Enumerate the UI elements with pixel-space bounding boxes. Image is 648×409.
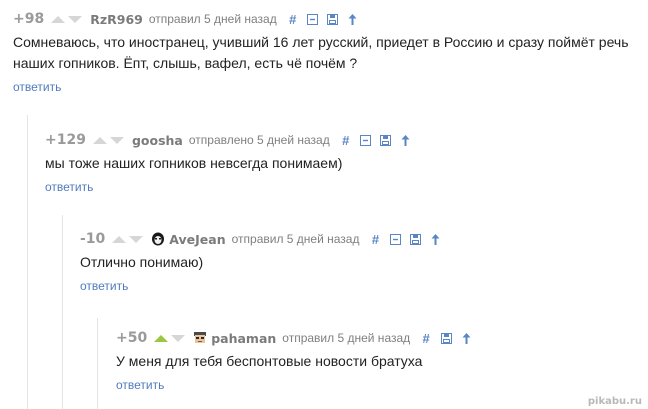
vote-up-icon[interactable] (92, 136, 107, 144)
save-icon[interactable] (380, 134, 392, 146)
vote-down-icon[interactable] (68, 15, 83, 23)
vote-down-icon[interactable] (129, 235, 144, 243)
comment-text: У меня для тебя беспонтовые новости брат… (116, 351, 480, 372)
comment-rating: -10 (80, 231, 106, 247)
hash-icon[interactable]: # (369, 232, 381, 247)
comment-rating: +129 (45, 132, 86, 148)
comment-timestamp: отправлено 5 дней назад (188, 133, 330, 147)
thread-line-level-1 (27, 115, 28, 409)
comment-text-line: Сомневаюсь, что иностранец, учивший 16 л… (13, 34, 629, 50)
comment-text-line: мы тоже наших гопников невсегда понимаем… (45, 155, 343, 171)
hash-icon[interactable]: # (287, 12, 299, 27)
hash-icon[interactable]: # (340, 133, 352, 148)
reply-link[interactable]: ответить (80, 279, 128, 293)
comment-4: +50 pahaman отправил 5 дней назад # У ме… (116, 329, 480, 394)
comment-text-line: наших гопников. Ёпт, слышь, вафел, есть … (13, 55, 358, 71)
vote-down-icon[interactable] (171, 334, 186, 342)
comment-text: Сомневаюсь, что иностранец, учивший 16 л… (13, 32, 629, 74)
thread-line-level-3 (97, 318, 98, 409)
comment-rating: +98 (13, 11, 45, 27)
face-avatar-icon (151, 232, 166, 246)
arrow-up-icon[interactable] (400, 134, 412, 146)
thread-line-level-2 (62, 215, 63, 409)
comment-author[interactable]: goosha (132, 133, 183, 148)
vote-up-icon[interactable] (154, 334, 169, 342)
comment-author[interactable]: AveJean (169, 232, 225, 247)
collapse-icon[interactable] (389, 233, 401, 245)
comment-timestamp: отправил 5 дней назад (148, 12, 277, 26)
save-icon[interactable] (327, 13, 339, 25)
comment-3: -10 AveJean отправил 5 дней назад # Отли… (80, 230, 449, 295)
comment-text: Отлично понимаю) (80, 252, 449, 273)
comment-author[interactable]: RzR969 (90, 12, 143, 27)
comment-timestamp: отправил 5 дней назад (231, 232, 360, 246)
hash-icon[interactable]: # (420, 331, 432, 346)
comment-2: +129 goosha отправлено 5 дней назад # мы… (45, 131, 420, 196)
comment-header: +129 goosha отправлено 5 дней назад # (45, 131, 420, 149)
vote-up-icon[interactable] (112, 235, 127, 243)
vote-up-icon[interactable] (51, 15, 66, 23)
comment-timestamp: отправил 5 дней назад (282, 331, 411, 345)
save-icon[interactable] (409, 233, 421, 245)
comment-header: +98 RzR969 отправил 5 дней назад # (13, 10, 629, 28)
collapse-icon[interactable] (360, 134, 372, 146)
arrow-up-icon[interactable] (429, 233, 441, 245)
avatar[interactable] (151, 232, 166, 246)
watermark: pikabu.ru (587, 396, 642, 407)
collapse-icon[interactable] (307, 13, 319, 25)
comment-text: мы тоже наших гопников невсегда понимаем… (45, 153, 420, 174)
reply-link[interactable]: ответить (13, 80, 61, 94)
face-avatar-icon (193, 331, 208, 345)
avatar[interactable] (193, 331, 208, 345)
save-icon[interactable] (440, 332, 452, 344)
comment-1: +98 RzR969 отправил 5 дней назад # Сомне… (13, 10, 629, 96)
arrow-up-icon[interactable] (347, 13, 359, 25)
comment-header: +50 pahaman отправил 5 дней назад # (116, 329, 480, 347)
vote-down-icon[interactable] (109, 136, 124, 144)
arrow-up-icon[interactable] (460, 332, 472, 344)
comment-author[interactable]: pahaman (211, 331, 276, 346)
comment-text-line: Отлично понимаю) (80, 254, 204, 270)
reply-link[interactable]: ответить (116, 378, 164, 392)
comment-rating: +50 (116, 330, 148, 346)
comment-text-line: У меня для тебя беспонтовые новости брат… (116, 353, 423, 369)
reply-link[interactable]: ответить (45, 180, 93, 194)
comment-header: -10 AveJean отправил 5 дней назад # (80, 230, 449, 248)
